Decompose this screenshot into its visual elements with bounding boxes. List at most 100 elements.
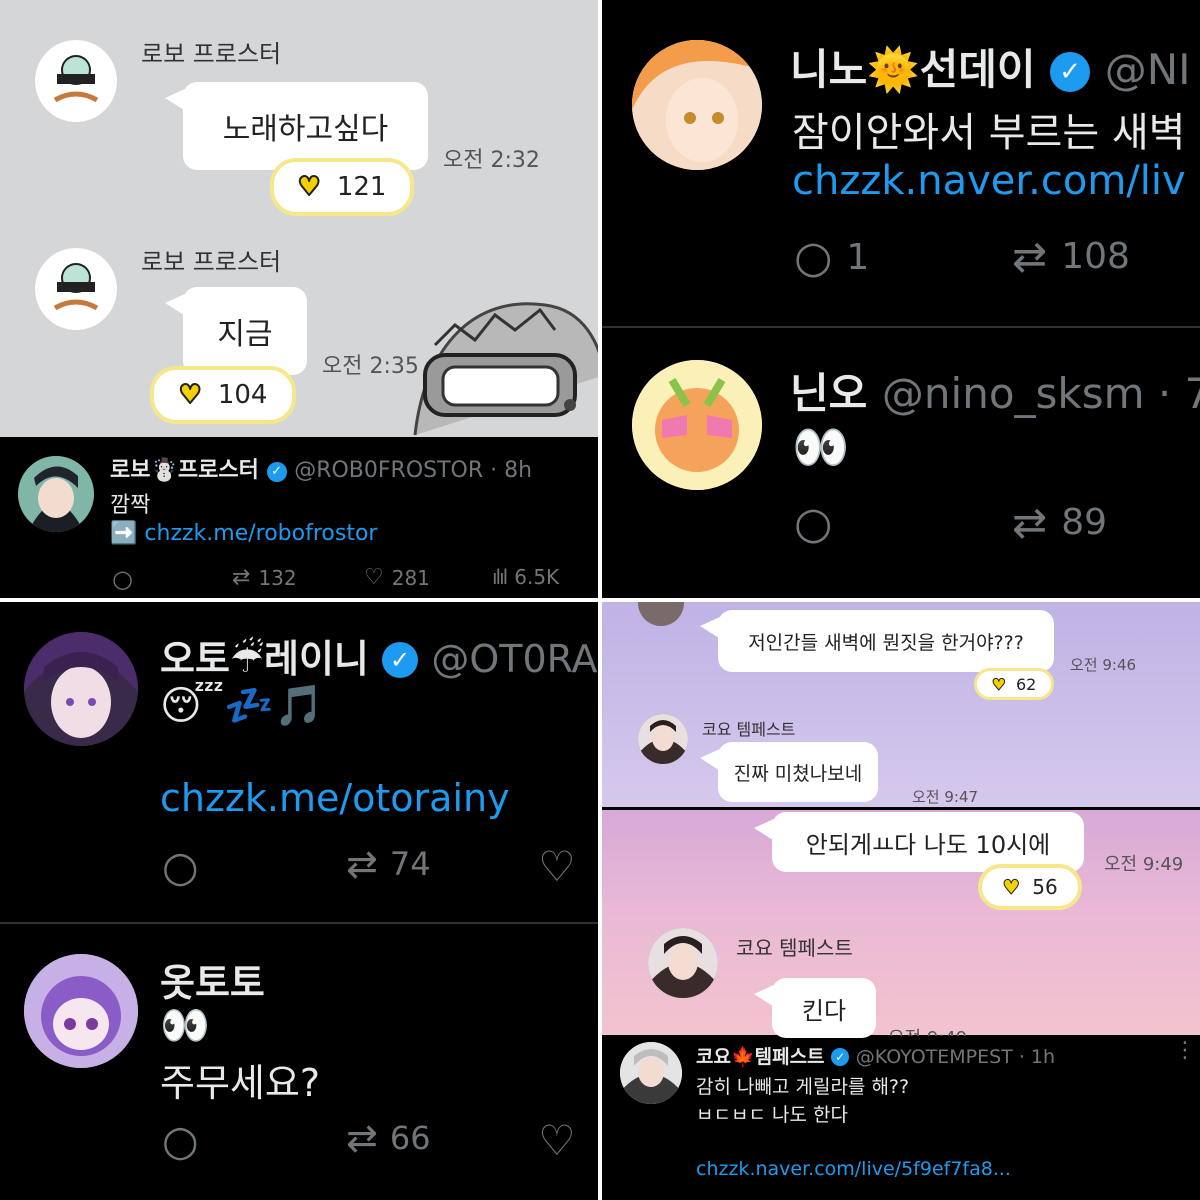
retweet-button[interactable]: ⇄ 132 [232,565,297,590]
message-time: 오전 9:49 [888,1024,967,1036]
tweet-link-line: ➡️ chzzk.me/robofrostor [110,521,377,546]
views-count: 6.5K [514,565,560,589]
tweet-text: 😴💤🎵 [160,683,324,729]
tweet-link[interactable]: chzzk.me/otorainy [160,776,510,820]
retweet-button[interactable]: ⇄ 74 [346,842,431,886]
avatar-koyo-chat[interactable] [638,714,688,764]
tweet-link[interactable]: chzzk.me/robofrostor [144,521,377,546]
reply-button[interactable]: ○ [162,842,199,891]
heart-icon: ♥ [178,379,203,411]
reaction-count: 104 [217,380,268,410]
tweet-link[interactable]: chzzk.naver.com/liv [792,158,1186,204]
avatar-oto[interactable] [24,954,138,1068]
avatar-nino-sunday[interactable] [632,40,762,170]
reply-button[interactable]: ○ [794,498,832,549]
retweet-count: 74 [389,845,431,883]
heart-icon: ♥ [1002,875,1021,900]
message-time: 오전 2:32 [443,148,540,173]
retweet-icon: ⇄ [1012,498,1048,547]
avatar-koyo-chat[interactable] [638,602,684,626]
reaction-count: 121 [336,172,387,202]
reply-icon: ○ [794,232,833,283]
retweet-icon: ⇄ [1012,232,1048,281]
retweet-count: 132 [258,565,297,590]
heart-outline-icon: ♡ [538,842,576,891]
display-name[interactable]: 로보☃️프로스터 [110,458,259,483]
like-button[interactable]: ♡ 281 [364,565,430,590]
retweet-button[interactable]: ⇄ 66 [346,1116,431,1160]
tweet-text: 👀 [792,420,850,474]
message-bubble[interactable]: 진짜 미쳤나보네 [700,742,878,802]
reply-button[interactable]: ○ 1 [794,232,869,283]
reply-count: 1 [846,237,870,278]
verified-badge-icon: ✓ [382,642,419,678]
avatar-robo[interactable] [18,456,94,532]
tweet-text-line2: ㅂㄷㅂㄷ 나도 한다 [696,1104,848,1126]
reaction-count: 62 [1015,674,1037,694]
avatar-koyo-chat[interactable] [648,928,718,998]
views-button[interactable]: ılıl 6.5K [492,565,559,589]
tweet-text-line1: 감히 나빼고 게릴라를 해?? [696,1076,910,1098]
avatar-oto-rainy[interactable] [24,632,138,746]
message-bubble[interactable]: 노래하고싶다 [165,82,428,170]
divider [602,326,1200,328]
like-button[interactable]: ♡ [538,842,576,891]
tweet-text-line1: 👀 [160,1003,210,1049]
message-time: 오전 9:46 [1070,656,1137,674]
message-time: 오전 9:47 [912,788,979,806]
handle-time[interactable]: @KOYOTEMPEST · 1h [856,1046,1055,1068]
handle[interactable]: @NI [1105,45,1191,94]
handle[interactable]: @OT0RAI [431,637,598,681]
message-time: 오전 9:49 [1104,854,1184,875]
display-name[interactable]: 닌오 [790,369,867,418]
handle[interactable]: @nino_sksm · 7 [882,369,1200,418]
reaction-badge[interactable]: ♥ 104 [150,366,296,424]
tweet-header: 코요🍁템페스트 ✓ @KOYOTEMPEST · 1h [696,1042,1055,1069]
message-bubble[interactable]: 킨다 [754,978,876,1038]
verified-badge-icon: ✓ [1050,52,1091,92]
like-count: 281 [391,565,430,590]
reaction-badge[interactable]: ♥ 62 [974,668,1054,700]
display-name[interactable]: 코요🍁템페스트 [696,1046,825,1068]
retweet-count: 66 [389,1119,431,1157]
tweet-header: 옷토토 [160,952,265,1007]
sender-name: 코요 템페스트 [736,936,853,960]
retweet-icon: ⇄ [346,1116,378,1160]
kakao-chat-robo: 로보 프로스터 노래하고싶다 오전 2:32 ♥ 121 로보 프로스터 지금 … [0,0,598,437]
display-name[interactable]: 니노🌞선데이 [790,45,1036,94]
handle-time[interactable]: @ROB0FROSTOR · 8h [294,458,532,483]
analytics-icon: ılıl [492,565,508,589]
avatar-robo-chat[interactable] [35,40,117,122]
avatar-nino[interactable] [632,360,762,490]
tweet-text-line2: 주무세요? [160,1061,321,1105]
reaction-badge[interactable]: ♥ 121 [270,158,414,216]
tweet-text: 잠이안와서 부르는 새벽 [792,110,1186,156]
sender-name: 코요 템페스트 [702,720,796,739]
retweet-icon: ⇄ [232,565,251,590]
reply-icon: ○ [794,498,833,549]
message-bubble[interactable]: 지금 [165,287,307,375]
kakao-chat-strip-1: 저인간들 새벽에 뭔짓을 한거야??? 오전 9:46 ♥ 62 코요 템페스트… [602,602,1200,807]
retweet-button[interactable]: ⇄ 108 [1012,232,1130,281]
verified-badge-icon: ✓ [266,461,287,482]
message-bubble[interactable]: 저인간들 새벽에 뭔짓을 한거야??? [700,610,1054,672]
reply-button[interactable]: ○ [162,1116,199,1165]
reaction-badge[interactable]: ♥ 56 [978,864,1082,910]
avatar-robo-chat[interactable] [35,248,117,330]
avatar-koyo[interactable] [620,1042,682,1104]
panel-robo: 로보 프로스터 노래하고싶다 오전 2:32 ♥ 121 로보 프로스터 지금 … [0,0,598,598]
more-options-icon[interactable]: ⋮ [1174,1038,1196,1063]
retweet-button[interactable]: ⇄ 89 [1012,498,1107,547]
message-time: 오전 2:35 [322,354,419,379]
message-bubble[interactable]: 안되게ㅛ다 나도 10시에 [754,812,1084,872]
tweet-header: 닌오 @nino_sksm · 7 [790,360,1200,421]
display-name[interactable]: 옷토토 [160,961,265,1005]
character-sketch [413,302,598,436]
tweet-link[interactable]: chzzk.naver.com/live/5f9ef7fa8... [696,1158,1011,1180]
like-button[interactable]: ♡ [538,1116,576,1165]
heart-icon: ♥ [297,171,322,203]
reply-icon: ○ [162,842,199,891]
display-name[interactable]: 오토☔레이니 [160,637,369,681]
kakao-chat-strip-2: 안되게ㅛ다 나도 10시에 오전 9:49 ♥ 56 코요 템페스트 킨다 오전… [602,810,1200,1038]
reply-button[interactable]: ○ [112,565,133,593]
